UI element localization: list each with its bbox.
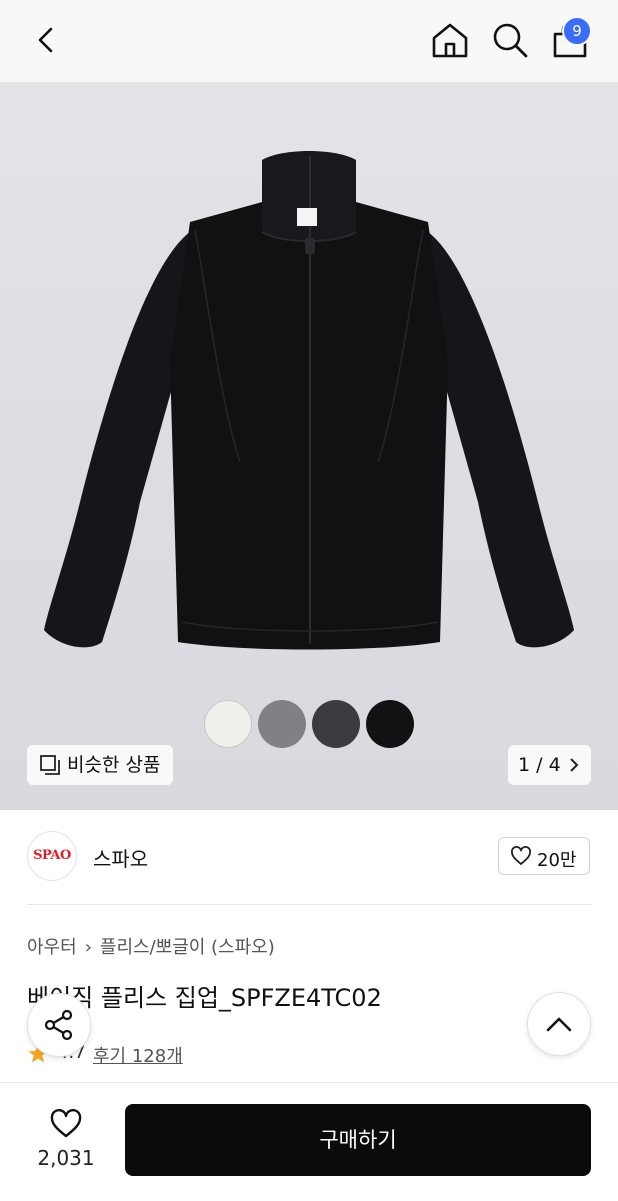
color-swatch-charcoal[interactable] bbox=[312, 700, 360, 748]
brand-name[interactable]: 스파오 bbox=[93, 843, 148, 872]
breadcrumb: 아우터 › 플리스/뽀글이 (스파오) bbox=[27, 933, 275, 959]
image-pager[interactable]: 1 / 4 bbox=[508, 745, 591, 785]
brand-like-button[interactable]: 20만 bbox=[498, 837, 590, 875]
share-button[interactable] bbox=[27, 993, 91, 1057]
similar-products-button[interactable]: 비슷한 상품 bbox=[27, 745, 173, 785]
buy-button[interactable]: 구매하기 bbox=[125, 1104, 591, 1176]
cart-count-badge: 9 bbox=[562, 16, 592, 46]
search-icon[interactable] bbox=[490, 20, 530, 60]
brand-logo-text: SPAO bbox=[33, 848, 71, 863]
top-bar: 9 bbox=[0, 0, 618, 82]
brand-logo[interactable]: SPAO bbox=[27, 831, 77, 881]
color-swatch-gray[interactable] bbox=[258, 700, 306, 748]
divider bbox=[27, 904, 591, 905]
color-swatch-black[interactable] bbox=[366, 700, 414, 748]
similar-items-icon bbox=[40, 755, 60, 775]
color-swatch-ivory[interactable] bbox=[204, 700, 252, 748]
heart-icon bbox=[511, 846, 531, 865]
home-icon[interactable] bbox=[430, 20, 470, 60]
brand-row[interactable]: SPAO 스파오 20만 bbox=[0, 810, 618, 904]
chevron-right-icon bbox=[570, 758, 579, 772]
image-page-counter: 1 / 4 bbox=[518, 754, 561, 776]
breadcrumb-item-outer[interactable]: 아우터 bbox=[27, 937, 77, 958]
review-count-link[interactable]: 후기 128개 bbox=[93, 1042, 183, 1068]
product-photo-jacket bbox=[44, 151, 574, 650]
brand-like-count: 20만 bbox=[537, 850, 577, 871]
scroll-to-top-button[interactable] bbox=[527, 992, 591, 1056]
wishlist-heart-icon[interactable] bbox=[49, 1109, 83, 1139]
bottom-action-bar: 2,031 구매하기 bbox=[0, 1082, 618, 1201]
breadcrumb-item-fleece[interactable]: 플리스/뽀글이 (스파오) bbox=[100, 937, 275, 958]
breadcrumb-separator-icon: › bbox=[84, 937, 92, 958]
similar-products-label: 비슷한 상품 bbox=[67, 754, 161, 776]
share-icon bbox=[44, 1009, 73, 1041]
back-chevron-icon[interactable] bbox=[30, 24, 62, 56]
wishlist-count: 2,031 bbox=[37, 1146, 95, 1170]
product-image-gallery[interactable]: 비슷한 상품 1 / 4 bbox=[0, 82, 618, 810]
chevron-up-icon bbox=[546, 1017, 572, 1032]
